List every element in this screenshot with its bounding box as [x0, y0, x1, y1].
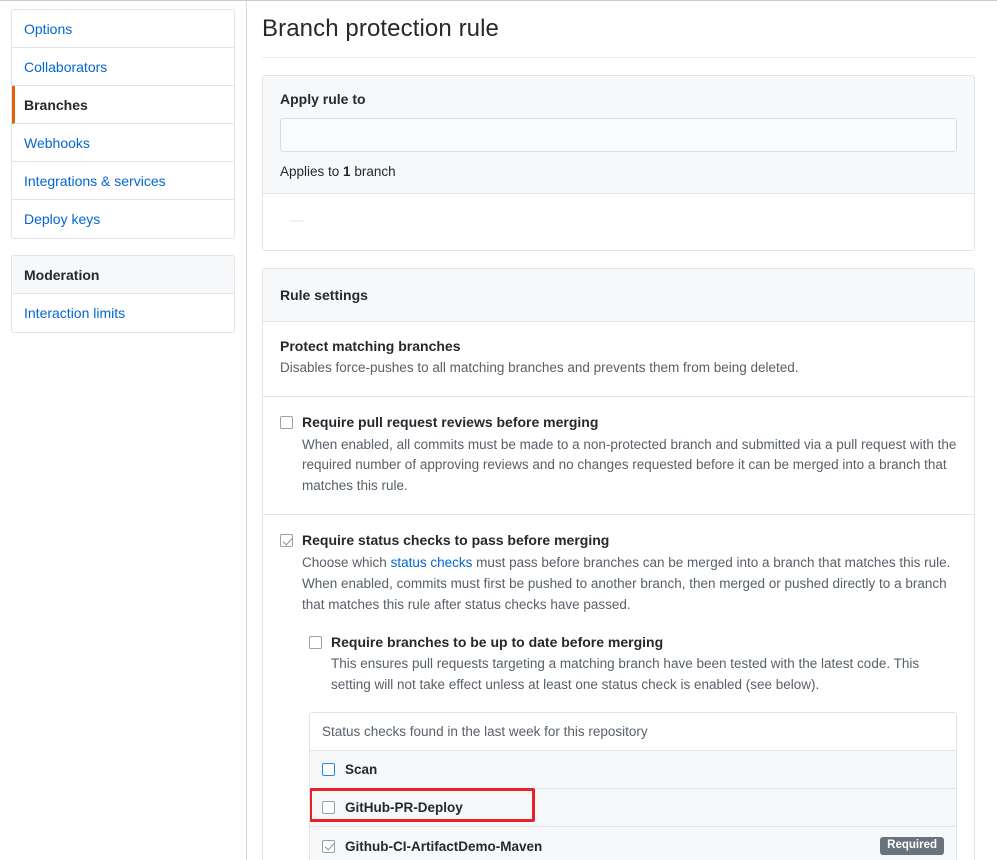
status-check-row-scan[interactable]: Scan: [310, 751, 956, 789]
settings-sidebar: Options Collaborators Branches Webhooks …: [0, 1, 247, 860]
require-pull-request-reviews-row[interactable]: Require pull request reviews before merg…: [280, 413, 957, 497]
status-checks-list: Status checks found in the last week for…: [309, 712, 957, 860]
status-checks-link[interactable]: status checks: [391, 555, 473, 570]
applies-suffix: branch: [351, 164, 396, 179]
rule-settings-title: Rule settings: [280, 287, 957, 303]
apply-rule-label: Apply rule to: [280, 91, 957, 107]
status-check-checkbox-github-ci-artifactdemo-maven[interactable]: [322, 840, 335, 853]
status-check-row-github-ci-artifactdemo-maven[interactable]: Github-CI-ArtifactDemo-Maven Required: [310, 827, 956, 860]
require-up-to-date-checkbox[interactable]: [309, 636, 322, 649]
require-status-checks-section: Require status checks to pass before mer…: [263, 515, 974, 860]
rule-settings-header: Rule settings: [263, 269, 974, 322]
rule-settings-panel: Rule settings Protect matching branches …: [262, 268, 975, 860]
apply-rule-header: Apply rule to Applies to 1 branch: [263, 76, 974, 194]
sidebar-item-integrations-and-services[interactable]: Integrations & services: [12, 162, 234, 200]
sidebar-item-branches[interactable]: Branches: [12, 86, 234, 124]
require-status-checks-row[interactable]: Require status checks to pass before mer…: [280, 531, 957, 860]
require-pull-request-reviews-description: When enabled, all commits must be made t…: [302, 435, 957, 498]
settings-page: Options Collaborators Branches Webhooks …: [0, 0, 997, 860]
status-check-name-github-ci-artifactdemo-maven[interactable]: Github-CI-ArtifactDemo-Maven: [345, 839, 542, 854]
status-badge-required: Required: [880, 837, 944, 856]
sidebar-item-webhooks[interactable]: Webhooks: [12, 124, 234, 162]
page-title: Branch protection rule: [262, 1, 975, 58]
status-check-name-scan[interactable]: Scan: [345, 762, 377, 777]
require-up-to-date-labels: Require branches to be up to date before…: [331, 633, 957, 696]
status-checks-list-header: Status checks found in the last week for…: [310, 713, 956, 751]
sidebar-item-collaborators[interactable]: Collaborators: [12, 48, 234, 86]
require-up-to-date-row[interactable]: Require branches to be up to date before…: [309, 633, 957, 696]
require-pull-request-reviews-checkbox[interactable]: [280, 416, 293, 429]
require-status-checks-checkbox[interactable]: [280, 534, 293, 547]
applies-count: 1: [343, 164, 351, 179]
status-check-checkbox-scan[interactable]: [322, 763, 335, 776]
status-checks-desc-part1: Choose which: [302, 555, 391, 570]
require-up-to-date-title[interactable]: Require branches to be up to date before…: [331, 633, 957, 653]
protect-matching-branches-description: Disables force-pushes to all matching br…: [280, 358, 957, 379]
settings-main: Branch protection rule Apply rule to App…: [248, 1, 997, 860]
require-pull-request-reviews-section: Require pull request reviews before merg…: [263, 397, 974, 515]
applies-prefix: Applies to: [280, 164, 343, 179]
protect-matching-branches-title: Protect matching branches: [280, 338, 957, 354]
require-up-to-date-description: This ensures pull requests targeting a m…: [331, 654, 957, 696]
sidebar-item-deploy-keys[interactable]: Deploy keys: [12, 200, 234, 238]
require-status-checks-description: Choose which status checks must pass bef…: [302, 553, 957, 616]
apply-rule-panel: Apply rule to Applies to 1 branch: [262, 75, 975, 251]
require-status-checks-title[interactable]: Require status checks to pass before mer…: [302, 531, 957, 551]
branch-name-pattern-input[interactable]: [280, 118, 957, 152]
applies-to-note: Applies to 1 branch: [280, 164, 957, 179]
protect-matching-branches-section: Protect matching branches Disables force…: [263, 322, 974, 397]
sidebar-group-primary: Options Collaborators Branches Webhooks …: [11, 9, 235, 239]
require-status-checks-labels: Require status checks to pass before mer…: [302, 531, 957, 860]
require-pull-request-reviews-labels: Require pull request reviews before merg…: [302, 413, 957, 497]
require-pull-request-reviews-title[interactable]: Require pull request reviews before merg…: [302, 413, 957, 433]
sidebar-group-header-moderation: Moderation: [12, 256, 234, 294]
status-check-row-github-pr-deploy[interactable]: GitHub-PR-Deploy: [310, 789, 956, 827]
loading-placeholder-icon: [290, 220, 304, 222]
status-check-name-github-pr-deploy[interactable]: GitHub-PR-Deploy: [345, 800, 463, 815]
sidebar-item-options[interactable]: Options: [12, 10, 234, 48]
status-check-checkbox-github-pr-deploy[interactable]: [322, 801, 335, 814]
sidebar-group-moderation: Moderation Interaction limits: [11, 255, 235, 333]
sidebar-item-interaction-limits[interactable]: Interaction limits: [12, 294, 234, 332]
apply-rule-body: [263, 194, 974, 250]
